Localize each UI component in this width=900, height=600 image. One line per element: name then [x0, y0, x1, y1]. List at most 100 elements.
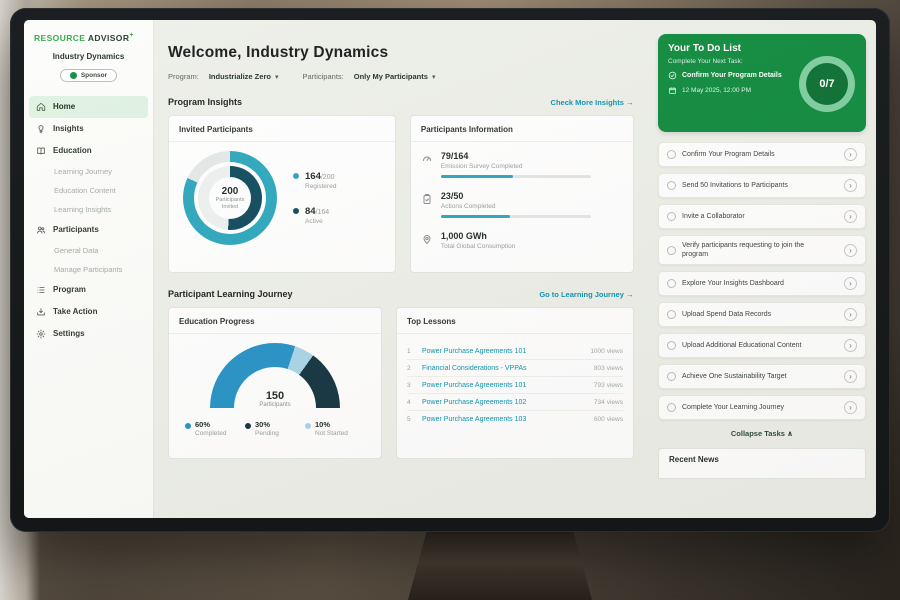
task-checkbox[interactable]: [667, 246, 676, 255]
legend-active: 84/164 Active: [293, 206, 336, 225]
sidebar-item-learning-journey[interactable]: Learning Journey: [24, 162, 153, 181]
sidebar-item-education-content[interactable]: Education Content: [24, 181, 153, 200]
sidebar-item-education[interactable]: Education: [24, 140, 153, 162]
todo-title: Your To Do List: [668, 43, 856, 54]
task-checkbox[interactable]: [667, 150, 676, 159]
chevron-right-icon[interactable]: ›: [844, 179, 857, 192]
program-filter-label: Program:: [168, 72, 199, 81]
light-dot-icon: [305, 423, 311, 429]
sidebar-item-insights[interactable]: Insights: [24, 118, 153, 140]
sponsor-icon: [70, 72, 77, 79]
task-item[interactable]: Explore Your Insights Dashboard›: [658, 271, 866, 296]
chevron-right-icon[interactable]: ›: [844, 210, 857, 223]
card-title: Participants Information: [421, 125, 623, 134]
logo-advisor: ADVISOR: [88, 33, 130, 43]
task-checkbox[interactable]: [667, 181, 676, 190]
sponsor-badge-label: Sponsor: [81, 72, 107, 79]
list-icon: [36, 285, 46, 295]
task-item[interactable]: Confirm Your Program Details›: [658, 142, 866, 167]
chevron-up-icon: ∧: [787, 429, 793, 438]
gauge-center-value: 150: [210, 390, 340, 402]
sponsor-badge: Sponsor: [60, 69, 117, 82]
todo-summary-card: Your To Do List Complete Your Next Task:…: [658, 34, 866, 132]
chevron-right-icon[interactable]: ›: [844, 308, 857, 321]
task-checkbox[interactable]: [667, 341, 676, 350]
lesson-link[interactable]: Power Purchase Agreements 101: [422, 382, 587, 389]
monitor-bezel: RESOURCE ADVISOR+ Industry Dynamics Spon…: [10, 8, 890, 532]
task-checkbox[interactable]: [667, 212, 676, 221]
task-item[interactable]: Send 50 Invitations to Participants›: [658, 173, 866, 198]
progress-fill-1: [441, 215, 510, 218]
todo-due-date: 12 May 2025, 12:00 PM: [668, 86, 803, 95]
section-program-insights: Program Insights: [168, 97, 242, 107]
chevron-right-icon[interactable]: ›: [844, 401, 857, 414]
invited-center-label: Participants Invited: [211, 197, 249, 210]
sidebar-item-general-data[interactable]: General Data: [24, 241, 153, 260]
sidebar-item-manage-participants[interactable]: Manage Participants: [24, 260, 153, 279]
check-circle-icon: [668, 71, 677, 80]
chevron-right-icon[interactable]: ›: [844, 370, 857, 383]
chevron-right-icon[interactable]: ›: [844, 148, 857, 161]
invited-center-value: 200: [211, 186, 249, 197]
clipboard-check-icon: [421, 192, 433, 204]
collapse-tasks-button[interactable]: Collapse Tasks ∧: [658, 429, 866, 438]
task-checkbox[interactable]: [667, 372, 676, 381]
task-item[interactable]: Achieve One Sustainability Target›: [658, 364, 866, 389]
card-title: Education Progress: [179, 317, 371, 326]
chevron-down-icon: ▾: [432, 73, 436, 81]
check-more-insights-link[interactable]: Check More Insights →: [551, 98, 634, 107]
lesson-link[interactable]: Power Purchase Agreements 101: [422, 348, 583, 355]
sidebar-nav: Home Insights Education Learning Journey…: [24, 96, 153, 345]
sidebar-item-program[interactable]: Program: [24, 279, 153, 301]
education-progress-card: Education Progress 150 Participants 60%: [168, 307, 382, 459]
lesson-row: 1 Power Purchase Agreements 101 1000 vie…: [407, 343, 623, 360]
lesson-link[interactable]: Power Purchase Agreements 102: [422, 399, 587, 406]
lesson-row: 2 Financial Considerations - VPPAs 803 v…: [407, 360, 623, 377]
sidebar-item-settings[interactable]: Settings: [24, 323, 153, 345]
lesson-row: 3 Power Purchase Agreements 101 793 view…: [407, 377, 623, 394]
main-content: Welcome, Industry Dynamics Program: Indu…: [154, 20, 648, 518]
sidebar-item-learning-insights[interactable]: Learning Insights: [24, 200, 153, 219]
participants-select[interactable]: Only My Participants ▾: [354, 72, 436, 81]
card-title: Invited Participants: [179, 125, 385, 134]
sidebar-item-take-action[interactable]: Take Action: [24, 301, 153, 323]
page-title: Welcome, Industry Dynamics: [168, 44, 634, 62]
participants-filter-label: Participants:: [302, 72, 343, 81]
participants-information-card: Participants Information 79/164 Emission…: [410, 115, 634, 273]
task-item[interactable]: Upload Additional Educational Content›: [658, 333, 866, 358]
filter-bar: Program: Industrialize Zero ▾ Participan…: [168, 72, 634, 81]
gauge-center-label: Participants: [210, 402, 340, 408]
chevron-right-icon[interactable]: ›: [844, 339, 857, 352]
chevron-right-icon[interactable]: ›: [844, 277, 857, 290]
task-checkbox[interactable]: [667, 279, 676, 288]
lesson-row: 5 Power Purchase Agreements 103 600 view…: [407, 411, 623, 427]
stat-emission-survey: 79/164 Emission Survey Completed: [421, 151, 623, 178]
chevron-right-icon[interactable]: ›: [844, 244, 857, 257]
sidebar-item-participants[interactable]: Participants: [24, 219, 153, 241]
legend-pending: 30% Pending: [245, 420, 305, 437]
task-item[interactable]: Invite a Collaborator›: [658, 204, 866, 229]
logo-plus: +: [129, 32, 134, 39]
task-item[interactable]: Verify participants requesting to join t…: [658, 235, 866, 265]
program-select[interactable]: Industrialize Zero ▾: [209, 72, 279, 81]
task-checkbox[interactable]: [667, 310, 676, 319]
home-icon: [36, 102, 46, 112]
top-lessons-card: Top Lessons 1 Power Purchase Agreements …: [396, 307, 634, 459]
sidebar: RESOURCE ADVISOR+ Industry Dynamics Spon…: [24, 20, 154, 518]
task-item[interactable]: Upload Spend Data Records›: [658, 302, 866, 327]
calendar-icon: [668, 86, 677, 95]
task-item[interactable]: Complete Your Learning Journey›: [658, 395, 866, 420]
map-pin-icon: [421, 232, 433, 244]
lesson-link[interactable]: Financial Considerations - VPPAs: [422, 365, 587, 372]
teal-dot-icon: [293, 173, 299, 179]
todo-panel: Your To Do List Complete Your Next Task:…: [648, 20, 876, 518]
go-to-learning-journey-link[interactable]: Go to Learning Journey →: [539, 290, 634, 299]
task-checkbox[interactable]: [667, 403, 676, 412]
sidebar-item-home[interactable]: Home: [29, 96, 148, 118]
people-icon: [36, 225, 46, 235]
progress-fill-0: [441, 175, 513, 178]
lesson-link[interactable]: Power Purchase Agreements 103: [422, 416, 587, 423]
invited-participants-card: Invited Participants 200 Participants In…: [168, 115, 396, 273]
logo-resource: RESOURCE: [34, 33, 85, 43]
task-list: Confirm Your Program Details› Send 50 In…: [658, 142, 866, 420]
